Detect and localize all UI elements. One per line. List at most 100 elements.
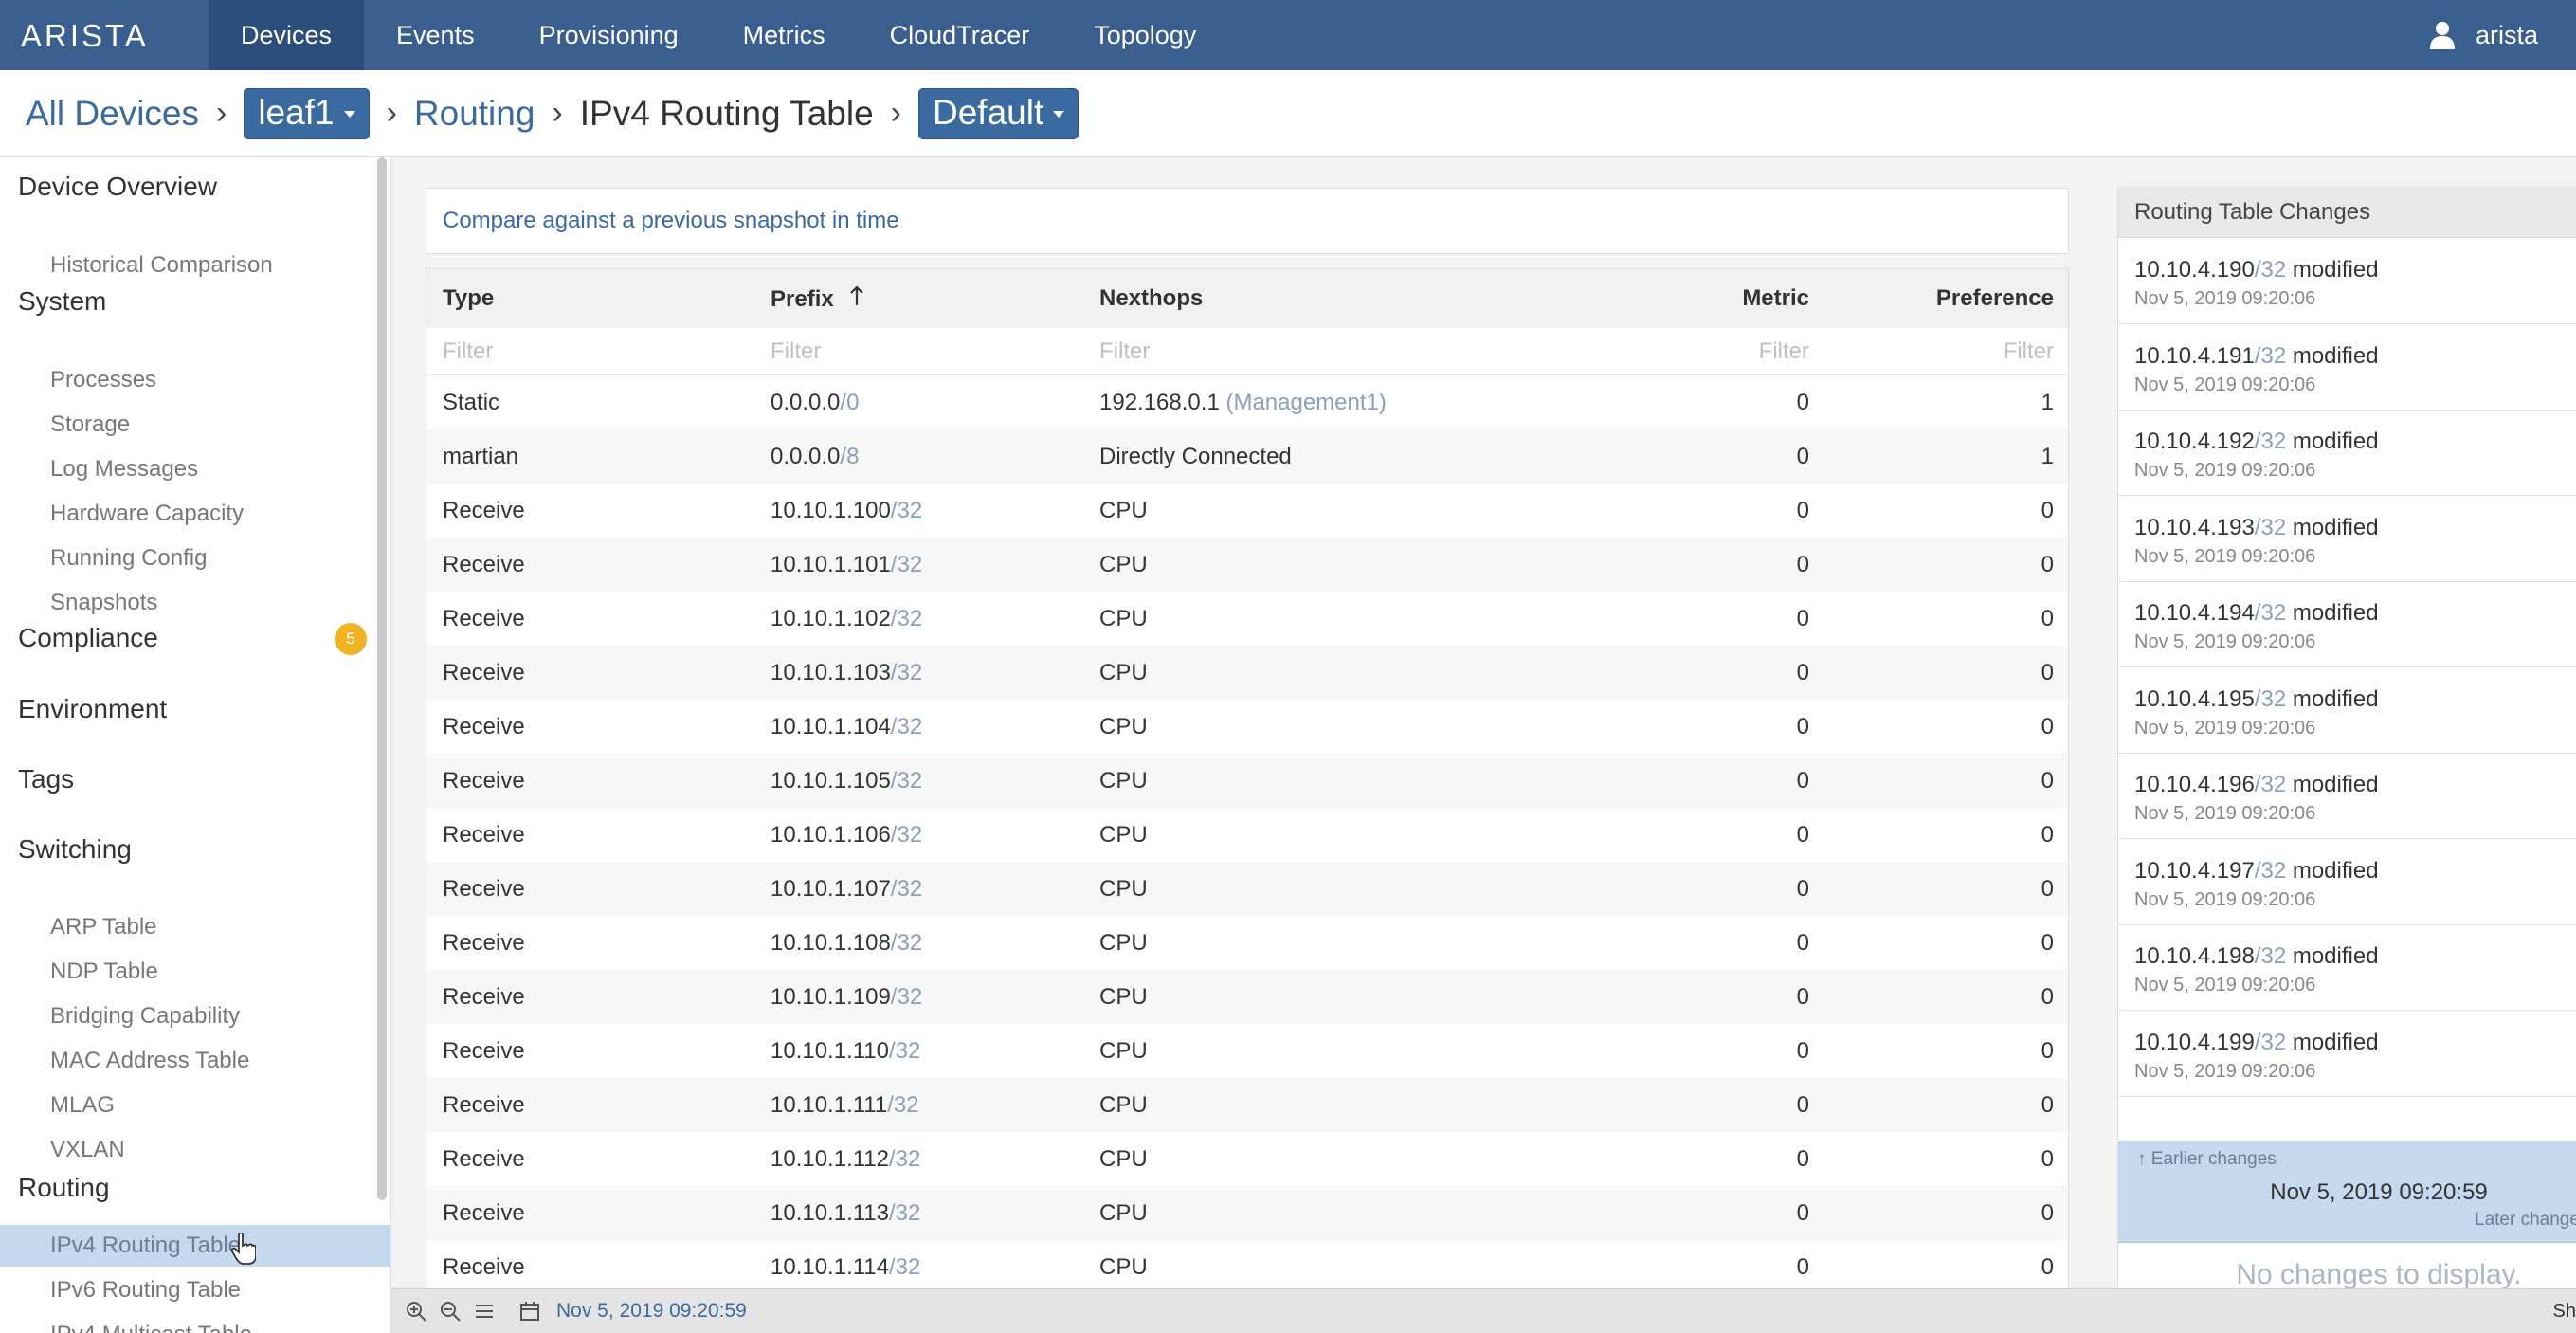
header-type[interactable]: Type xyxy=(443,285,494,312)
change-item[interactable]: 10.10.4.195/32 modified Nov 5, 2019 09:20… xyxy=(2118,667,2576,754)
filter-preference-input[interactable]: Filter xyxy=(2004,338,2054,365)
sidebar-item-hardware-capacity[interactable]: Hardware Capacity xyxy=(0,493,390,535)
arista-logo[interactable]: ARISTA xyxy=(0,0,209,70)
change-item[interactable]: 10.10.4.199/32 modified Nov 5, 2019 09:20… xyxy=(2118,1011,2576,1097)
table-row[interactable]: martian 0.0.0.0/8 Directly Connected 0 1 xyxy=(426,429,2068,484)
table-row[interactable]: Receive 10.10.1.114/32 CPU 0 0 xyxy=(426,1240,2068,1294)
table-row[interactable]: Receive 10.10.1.113/32 CPU 0 0 xyxy=(426,1186,2068,1240)
status-bar-right-text[interactable]: Sh xyxy=(2553,1301,2576,1323)
cell-nexthop: CPU xyxy=(1099,1200,1148,1227)
sidebar-item-running-config[interactable]: Running Config xyxy=(0,538,390,579)
change-item[interactable]: 10.10.4.192/32 modified Nov 5, 2019 09:20… xyxy=(2118,410,2576,496)
sidebar-item-mlag[interactable]: MLAG xyxy=(0,1085,390,1126)
prefix-ip: 10.10.1.102 xyxy=(771,605,891,631)
table-row[interactable]: Receive 10.10.1.102/32 CPU 0 0 xyxy=(426,592,2068,646)
nexthop-address: CPU xyxy=(1099,821,1148,848)
nexthop-address: CPU xyxy=(1099,713,1148,740)
change-mask: /32 xyxy=(2254,943,2287,969)
header-prefix[interactable]: Prefix xyxy=(771,284,864,313)
filter-metric-input[interactable]: Filter xyxy=(1759,338,1809,365)
header-nexthops[interactable]: Nexthops xyxy=(1099,285,1203,312)
sidebar-item-ipv6-routing-table[interactable]: IPv6 Routing Table xyxy=(0,1269,390,1311)
cell-metric: 0 xyxy=(1796,983,1809,1010)
table-row[interactable]: Receive 10.10.1.112/32 CPU 0 0 xyxy=(426,1132,2068,1186)
earlier-changes-button[interactable]: ↑ Earlier changes xyxy=(2137,1149,2277,1170)
table-row[interactable]: Receive 10.10.1.103/32 CPU 0 0 xyxy=(426,646,2068,700)
nav-provisioning[interactable]: Provisioning xyxy=(507,0,711,70)
cell-preference: 0 xyxy=(2041,551,2054,577)
sidebar-item-vxlan[interactable]: VXLAN xyxy=(0,1129,390,1171)
sidebar-section-routing[interactable]: Routing xyxy=(18,1173,110,1203)
calendar-icon[interactable] xyxy=(517,1298,543,1324)
change-item[interactable]: 10.10.4.196/32 modified Nov 5, 2019 09:20… xyxy=(2118,753,2576,839)
prefix-mask: /32 xyxy=(890,551,923,577)
sidebar-section-switching[interactable]: Switching xyxy=(18,834,132,865)
change-item[interactable]: 10.10.4.193/32 modified Nov 5, 2019 09:20… xyxy=(2118,496,2576,582)
nav-cloudtracer[interactable]: CloudTracer xyxy=(858,0,1062,70)
list-icon[interactable] xyxy=(471,1298,498,1324)
table-row[interactable]: Receive 10.10.1.105/32 CPU 0 0 xyxy=(426,754,2068,808)
sidebar-item-arp-table[interactable]: ARP Table xyxy=(0,906,390,948)
breadcrumb-routing[interactable]: Routing xyxy=(414,94,535,134)
hand-cursor-icon xyxy=(231,1233,256,1265)
cell-preference: 1 xyxy=(2041,443,2054,469)
sidebar-section-environment[interactable]: Environment xyxy=(18,694,167,724)
nav-topology[interactable]: Topology xyxy=(1061,0,1228,70)
table-row[interactable]: Receive 10.10.1.107/32 CPU 0 0 xyxy=(426,862,2068,916)
sidebar-item-log-messages[interactable]: Log Messages xyxy=(0,448,390,490)
table-row[interactable]: Receive 10.10.1.106/32 CPU 0 0 xyxy=(426,808,2068,862)
sidebar-section-system[interactable]: System xyxy=(18,286,106,317)
zoom-in-icon[interactable] xyxy=(403,1298,429,1324)
filter-type-input[interactable]: Filter xyxy=(443,338,493,365)
table-row[interactable]: Receive 10.10.1.108/32 CPU 0 0 xyxy=(426,916,2068,970)
prefix-ip: 10.10.1.111 xyxy=(771,1091,888,1118)
sidebar-section-compliance[interactable]: Compliance xyxy=(18,623,158,653)
table-row[interactable]: Receive 10.10.1.110/32 CPU 0 0 xyxy=(426,1024,2068,1078)
sidebar-item-snapshots[interactable]: Snapshots xyxy=(0,582,390,624)
cell-metric: 0 xyxy=(1796,875,1809,902)
header-metric[interactable]: Metric xyxy=(1742,285,1809,312)
sidebar-item-ipv4-multicast-table[interactable]: IPv4 Multicast Table xyxy=(0,1314,390,1333)
later-changes-button[interactable]: Later changes xyxy=(2475,1210,2576,1231)
device-dropdown[interactable]: leaf1 xyxy=(244,87,370,139)
table-row[interactable]: Receive 10.10.1.104/32 CPU 0 0 xyxy=(426,700,2068,754)
table-row[interactable]: Receive 10.10.1.111/32 CPU 0 0 xyxy=(426,1078,2068,1132)
change-title: 10.10.4.197/32 modified xyxy=(2134,858,2379,885)
change-item[interactable]: 10.10.4.194/32 modified Nov 5, 2019 09:20… xyxy=(2118,581,2576,667)
sidebar-device-overview[interactable]: Device Overview xyxy=(18,172,217,202)
nav-events[interactable]: Events xyxy=(364,0,507,70)
change-item[interactable]: 10.10.4.191/32 modified Nov 5, 2019 09:20… xyxy=(2118,324,2576,411)
zoom-out-icon[interactable] xyxy=(437,1298,463,1324)
sidebar-item-mac-address-table[interactable]: MAC Address Table xyxy=(0,1040,390,1082)
filter-nexthops-input[interactable]: Filter xyxy=(1099,338,1150,365)
change-item[interactable]: 10.10.4.197/32 modified Nov 5, 2019 09:20… xyxy=(2118,839,2576,925)
change-item[interactable]: 10.10.4.198/32 modified Nov 5, 2019 09:20… xyxy=(2118,924,2576,1011)
sidebar-item-storage[interactable]: Storage xyxy=(0,404,390,446)
compare-snapshot-link[interactable]: Compare against a previous snapshot in t… xyxy=(426,188,2069,254)
change-item[interactable]: 10.10.4.190/32 modified Nov 5, 2019 09:20… xyxy=(2118,238,2576,324)
table-row[interactable]: Receive 10.10.1.109/32 CPU 0 0 xyxy=(426,970,2068,1024)
cell-metric: 0 xyxy=(1796,1037,1809,1064)
vrf-dropdown-label: Default xyxy=(933,92,1044,132)
user-menu[interactable]: arista xyxy=(2429,0,2538,70)
breadcrumb-all-devices[interactable]: All Devices xyxy=(26,94,199,134)
filter-prefix-input[interactable]: Filter xyxy=(771,338,821,365)
nav-devices[interactable]: Devices xyxy=(209,0,365,70)
table-row[interactable]: Receive 10.10.1.101/32 CPU 0 0 xyxy=(426,538,2068,592)
sidebar-item-ipv4-routing-table[interactable]: IPv4 Routing Table xyxy=(0,1225,390,1267)
sidebar-item-ndp-table[interactable]: NDP Table xyxy=(0,951,390,993)
table-row[interactable]: Receive 10.10.1.100/32 CPU 0 0 xyxy=(426,484,2068,538)
nav-metrics[interactable]: Metrics xyxy=(711,0,858,70)
sidebar-section-tags[interactable]: Tags xyxy=(18,764,74,794)
cell-prefix: 10.10.1.110/32 xyxy=(771,1038,920,1065)
table-row[interactable]: Static 0.0.0.0/0 192.168.0.1 (Management1)… xyxy=(426,375,2068,429)
cell-nexthop: CPU xyxy=(1099,1146,1148,1173)
change-time: Nov 5, 2019 09:20:06 xyxy=(2134,374,2316,395)
header-preference[interactable]: Preference xyxy=(1936,285,2054,312)
sidebar-item-historical-comparison[interactable]: Historical Comparison xyxy=(0,245,390,286)
vrf-dropdown[interactable]: Default xyxy=(918,87,1079,139)
snapshot-date[interactable]: Nov 5, 2019 09:20:59 xyxy=(556,1300,747,1323)
change-mask: /32 xyxy=(2254,772,2287,797)
sidebar-item-processes[interactable]: Processes xyxy=(0,359,390,401)
sidebar-item-bridging-capability[interactable]: Bridging Capability xyxy=(0,995,390,1037)
